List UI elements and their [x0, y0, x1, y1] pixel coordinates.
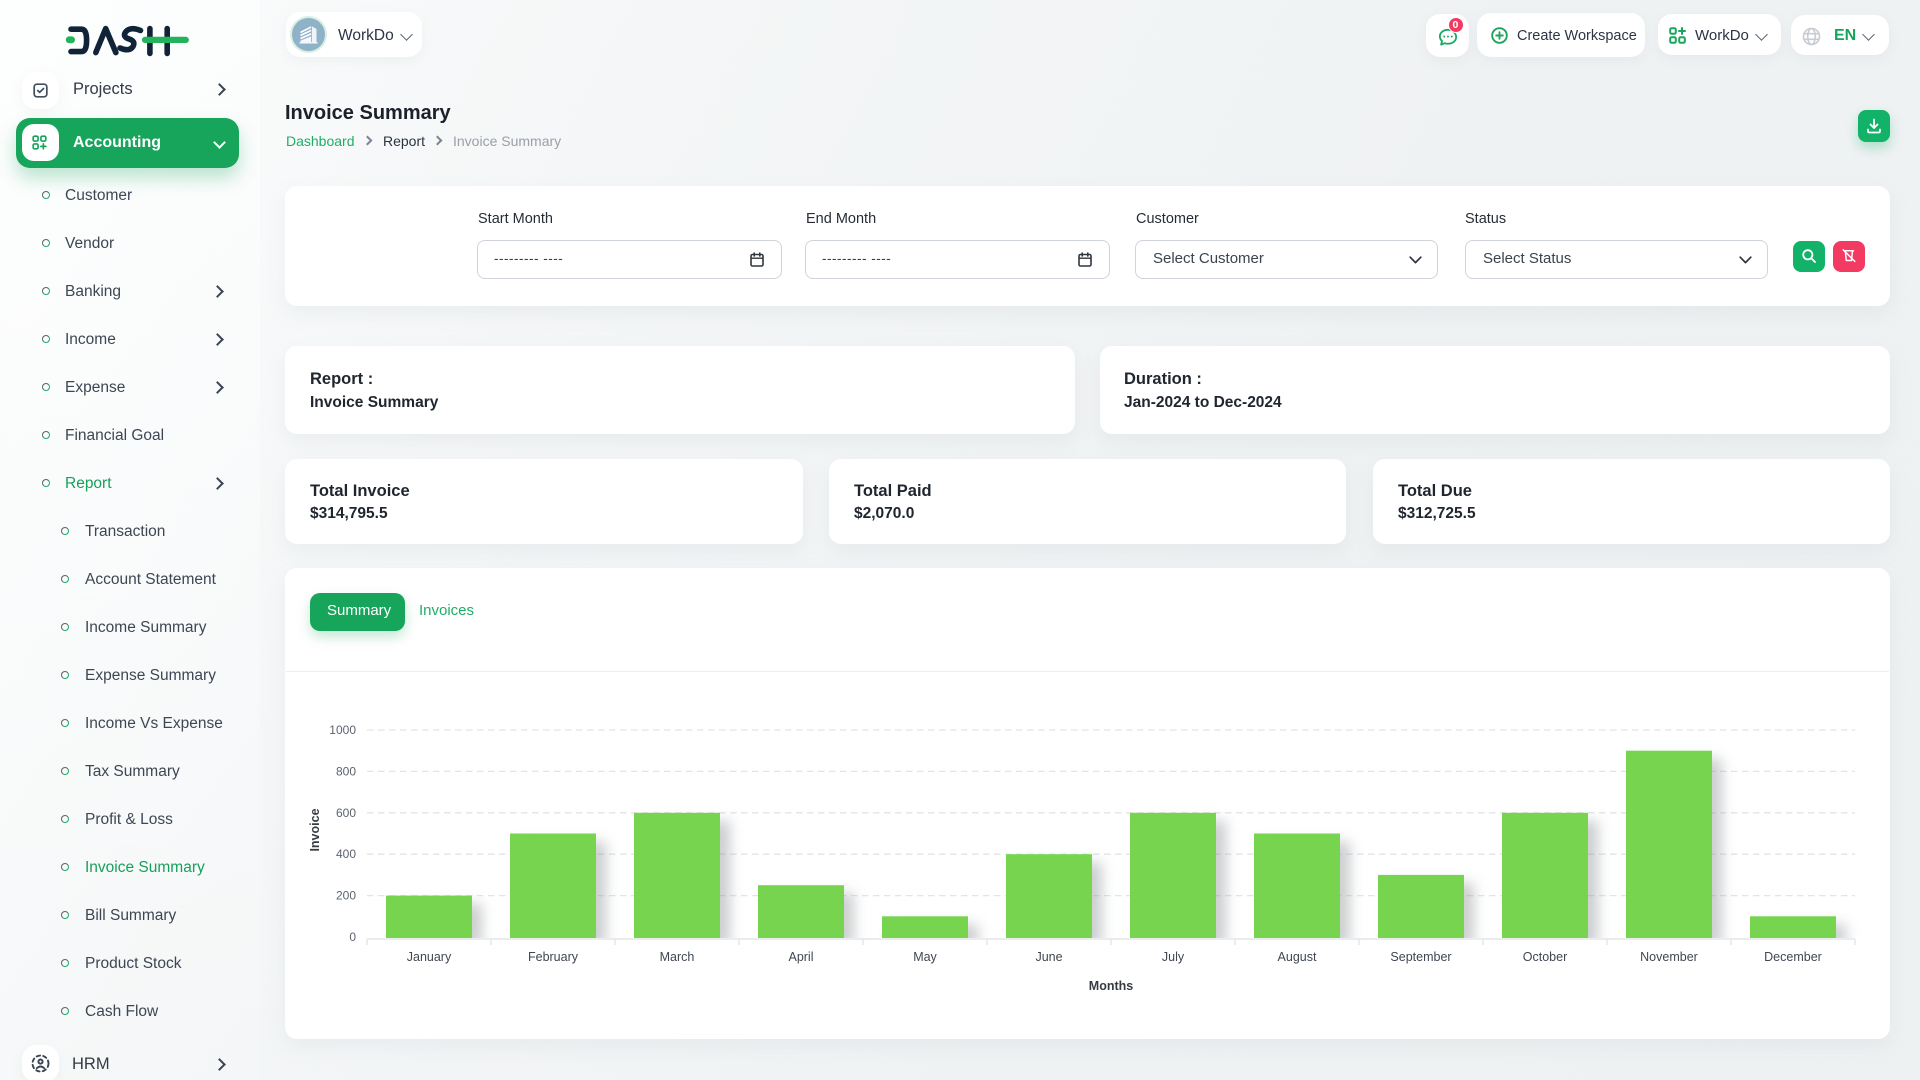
svg-text:October: October	[1523, 950, 1567, 964]
svg-text:June: June	[1035, 950, 1062, 964]
svg-text:February: February	[528, 950, 579, 964]
svg-text:January: January	[407, 950, 452, 964]
svg-text:600: 600	[336, 806, 356, 820]
svg-text:August: August	[1278, 950, 1317, 964]
svg-text:200: 200	[336, 889, 356, 903]
svg-text:1000: 1000	[329, 723, 356, 737]
svg-text:April: April	[788, 950, 813, 964]
svg-text:September: September	[1390, 950, 1451, 964]
svg-text:400: 400	[336, 847, 356, 861]
svg-text:0: 0	[349, 930, 356, 944]
svg-text:July: July	[1162, 950, 1185, 964]
svg-text:May: May	[913, 950, 937, 964]
svg-text:Invoice: Invoice	[308, 808, 322, 851]
svg-text:800: 800	[336, 764, 356, 778]
svg-text:November: November	[1640, 950, 1698, 964]
svg-text:Months: Months	[1089, 979, 1133, 993]
svg-text:December: December	[1764, 950, 1822, 964]
svg-text:March: March	[660, 950, 695, 964]
